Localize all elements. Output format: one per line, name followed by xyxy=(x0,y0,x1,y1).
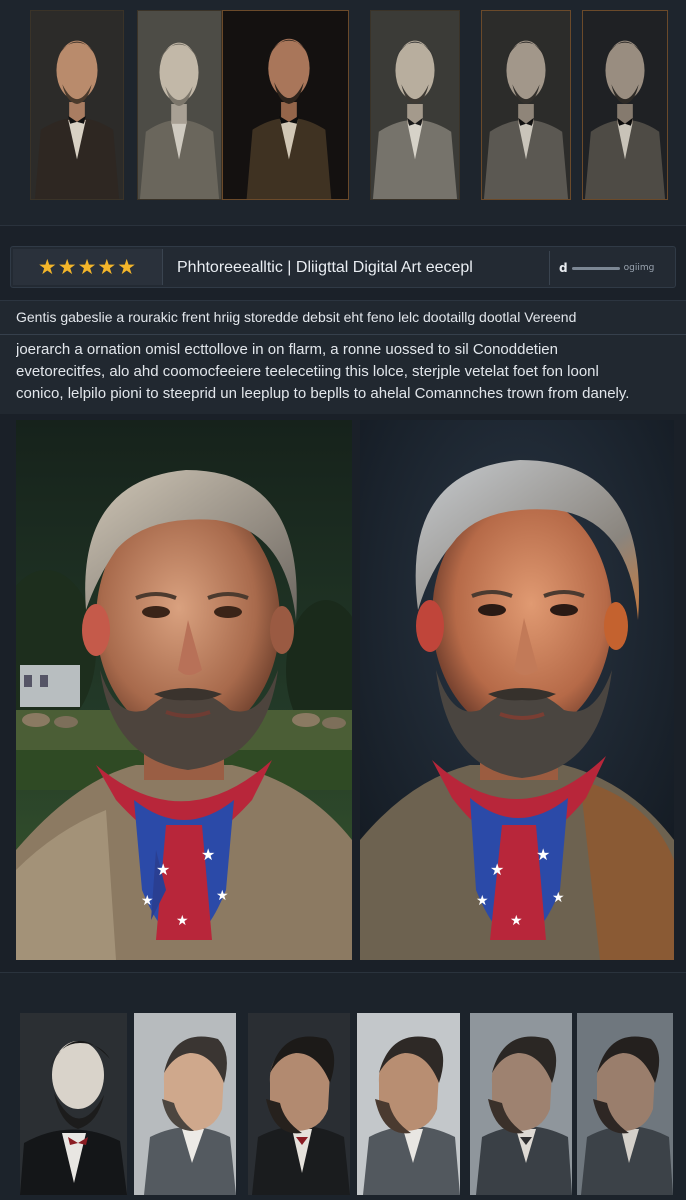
svg-text:★: ★ xyxy=(552,890,565,906)
svg-text:★: ★ xyxy=(201,845,215,864)
description-line-4: conico, lelpilo pioni to steeprid un lee… xyxy=(16,385,630,402)
main-portrait-area: ★ ★ ★ ★ ★ ★ ★ ★ ★ ★ xyxy=(0,414,686,972)
portrait-thumb-6-image xyxy=(583,11,667,199)
main-portrait-outdoor-image: ★ ★ ★ ★ ★ xyxy=(16,420,352,960)
description-line-2: joerarch a ornation omisl ecttollove in … xyxy=(16,341,558,358)
star-rating[interactable]: ★★★★★ xyxy=(13,249,163,285)
profile-thumb-4[interactable] xyxy=(357,1013,460,1195)
profile-thumb-4-image xyxy=(357,1013,460,1195)
info-bar: ★★★★★ Phhtoreeealltic | Dliigttal Digita… xyxy=(10,246,676,288)
portrait-thumb-4-image xyxy=(371,11,459,199)
profile-thumb-2[interactable] xyxy=(134,1013,236,1195)
portrait-thumb-2[interactable] xyxy=(137,10,222,200)
portrait-thumb-6[interactable] xyxy=(582,10,668,200)
profile-thumb-6[interactable] xyxy=(577,1013,673,1195)
profile-thumb-2-image xyxy=(134,1013,236,1195)
portrait-thumb-5-image xyxy=(482,11,570,199)
bottom-thumbnail-strip xyxy=(0,972,686,1200)
meta-bar-icon xyxy=(571,266,620,270)
main-portrait-studio[interactable]: ★ ★ ★ ★ ★ xyxy=(360,420,674,960)
description-line-3: evetorecitfes, alo ahd coomocfeeiere tee… xyxy=(16,363,599,380)
main-portrait-studio-image: ★ ★ ★ ★ ★ xyxy=(360,420,674,960)
divider xyxy=(0,334,686,335)
svg-text:★: ★ xyxy=(510,913,523,929)
portrait-thumb-2-image xyxy=(138,11,221,199)
portrait-thumb-3[interactable] xyxy=(222,10,349,200)
divider xyxy=(549,251,550,285)
description-line-1: Gentis gabeslie a rourakic frent hriig s… xyxy=(16,309,577,325)
profile-thumb-3-image xyxy=(248,1013,350,1195)
profile-thumb-5-image xyxy=(470,1013,572,1195)
meta-prefix: d xyxy=(559,261,568,275)
profile-thumb-1[interactable] xyxy=(20,1013,127,1195)
profile-thumb-5[interactable] xyxy=(470,1013,572,1195)
star-rating-icons: ★★★★★ xyxy=(37,255,138,279)
portrait-thumb-3-image xyxy=(223,11,348,199)
meta-info: d ogiimg xyxy=(559,247,675,289)
svg-text:★: ★ xyxy=(156,860,170,879)
svg-text:★: ★ xyxy=(176,913,189,929)
top-thumbnail-strip xyxy=(0,0,686,226)
portrait-thumb-1-image xyxy=(31,11,123,199)
profile-thumb-1-image xyxy=(20,1013,127,1195)
meta-label: ogiimg xyxy=(623,263,655,273)
main-portrait-outdoor[interactable]: ★ ★ ★ ★ ★ xyxy=(16,420,352,960)
portrait-thumb-4[interactable] xyxy=(370,10,460,200)
portrait-thumb-5[interactable] xyxy=(481,10,571,200)
svg-text:★: ★ xyxy=(536,845,550,864)
style-label: Phhtoreeealltic | Dliigttal Digital Art … xyxy=(177,259,473,276)
portrait-thumb-1[interactable] xyxy=(30,10,124,200)
svg-text:★: ★ xyxy=(476,893,489,909)
profile-thumb-6-image xyxy=(577,1013,673,1195)
svg-text:★: ★ xyxy=(141,893,154,909)
svg-text:★: ★ xyxy=(490,860,504,879)
svg-text:★: ★ xyxy=(216,888,229,904)
profile-thumb-3[interactable] xyxy=(248,1013,350,1195)
description-panel: Gentis gabeslie a rourakic frent hriig s… xyxy=(0,300,686,414)
